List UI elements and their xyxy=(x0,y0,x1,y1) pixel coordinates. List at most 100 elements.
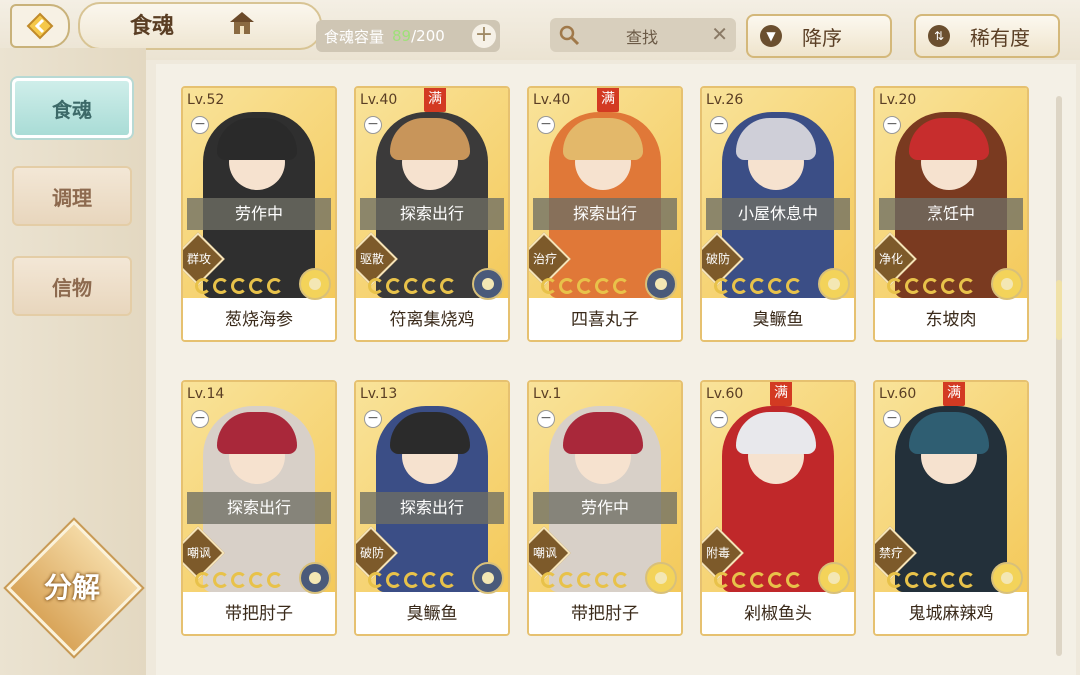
star-icon xyxy=(923,572,939,588)
minus-icon[interactable]: − xyxy=(191,410,209,428)
star-icon xyxy=(368,572,384,588)
star-rating xyxy=(714,572,802,588)
level-label: Lv.14 xyxy=(187,386,225,402)
page-title: 食魂 xyxy=(130,13,175,39)
level-label: Lv.60 xyxy=(879,386,917,402)
capacity-display: 食魂容量 89 /200 + xyxy=(316,20,500,52)
star-icon xyxy=(887,572,903,588)
food-soul-card[interactable]: Lv.40 满 − 探索出行 治疗 四喜丸子 xyxy=(527,86,683,342)
star-icon xyxy=(559,278,575,294)
star-icon xyxy=(786,572,802,588)
back-button[interactable] xyxy=(10,4,70,48)
star-icon xyxy=(404,572,420,588)
star-icon xyxy=(541,572,557,588)
minus-icon[interactable]: − xyxy=(710,116,728,134)
max-level-badge: 满 xyxy=(770,382,792,406)
home-icon[interactable] xyxy=(228,10,256,36)
food-soul-card[interactable]: Lv.14 − 探索出行 嘲讽 带把肘子 xyxy=(181,380,337,636)
star-icon xyxy=(941,572,957,588)
capacity-current: 89 xyxy=(392,27,412,45)
star-rating xyxy=(195,572,283,588)
status-banner: 探索出行 xyxy=(533,198,677,230)
star-icon xyxy=(559,572,575,588)
star-rating xyxy=(368,572,456,588)
rarity-flower-icon xyxy=(818,562,850,594)
clear-icon[interactable]: ✕ xyxy=(711,22,728,46)
food-soul-card[interactable]: Lv.52 − 劳作中 群攻 葱烧海参 xyxy=(181,86,337,342)
role-label: 治疗 xyxy=(532,252,557,266)
star-icon xyxy=(577,572,593,588)
scrollbar-thumb[interactable] xyxy=(1056,280,1062,340)
minus-icon[interactable]: − xyxy=(191,116,209,134)
role-label: 嘲讽 xyxy=(532,546,557,560)
sidebar-item-cooking[interactable]: 调理 xyxy=(12,166,132,226)
star-icon xyxy=(213,278,229,294)
star-icon xyxy=(750,278,766,294)
minus-icon[interactable]: − xyxy=(364,116,382,134)
star-icon xyxy=(613,278,629,294)
role-label: 嘲讽 xyxy=(186,546,211,560)
star-icon xyxy=(386,278,402,294)
minus-icon[interactable]: − xyxy=(883,116,901,134)
food-soul-card[interactable]: Lv.20 − 烹饪中 净化 东坡肉 xyxy=(873,86,1029,342)
star-icon xyxy=(577,278,593,294)
food-soul-card[interactable]: Lv.13 − 探索出行 破防 臭鳜鱼 xyxy=(354,380,510,636)
star-icon xyxy=(422,278,438,294)
status-banner: 劳作中 xyxy=(533,492,677,524)
food-soul-card[interactable]: Lv.1 − 劳作中 嘲讽 带把肘子 xyxy=(527,380,683,636)
rarity-flower-icon xyxy=(299,562,331,594)
status-banner: 探索出行 xyxy=(360,198,504,230)
star-icon xyxy=(750,572,766,588)
rarity-flower-icon xyxy=(645,562,677,594)
status-banner: 劳作中 xyxy=(187,198,331,230)
star-rating xyxy=(195,278,283,294)
rarity-flower-icon xyxy=(472,268,504,300)
star-icon xyxy=(386,572,402,588)
level-label: Lv.26 xyxy=(706,92,744,108)
sidebar-item-food-souls[interactable]: 食魂 xyxy=(12,78,132,138)
search-box[interactable]: 查找 ✕ xyxy=(550,18,736,52)
role-label: 破防 xyxy=(359,546,384,560)
food-soul-card[interactable]: Lv.40 满 − 探索出行 驱散 符离集烧鸡 xyxy=(354,86,510,342)
minus-icon[interactable]: − xyxy=(364,410,382,428)
max-level-badge: 满 xyxy=(943,382,965,406)
minus-icon[interactable]: − xyxy=(537,410,555,428)
level-label: Lv.40 xyxy=(360,92,398,108)
star-icon xyxy=(905,278,921,294)
minus-icon[interactable]: − xyxy=(537,116,555,134)
star-icon xyxy=(714,572,730,588)
star-rating xyxy=(887,572,975,588)
search-icon xyxy=(559,25,580,46)
star-rating xyxy=(714,278,802,294)
status-banner: 探索出行 xyxy=(360,492,504,524)
star-icon xyxy=(267,572,283,588)
minus-icon[interactable]: − xyxy=(710,410,728,428)
rarity-flower-icon xyxy=(472,562,504,594)
star-icon xyxy=(786,278,802,294)
star-icon xyxy=(231,278,247,294)
food-soul-card[interactable]: Lv.60 满 − 禁疗 鬼城麻辣鸡 xyxy=(873,380,1029,636)
role-label: 净化 xyxy=(878,252,903,266)
star-icon xyxy=(595,572,611,588)
star-icon xyxy=(404,278,420,294)
food-soul-name: 臭鳜鱼 xyxy=(702,300,854,340)
star-rating xyxy=(887,278,975,294)
food-soul-name: 鬼城麻辣鸡 xyxy=(875,594,1027,634)
star-icon xyxy=(959,572,975,588)
star-icon xyxy=(213,572,229,588)
sort-rarity-button[interactable]: ⇅ 稀有度 xyxy=(914,14,1060,58)
food-soul-name: 臭鳜鱼 xyxy=(356,594,508,634)
capacity-label: 食魂容量 xyxy=(324,27,385,46)
star-icon xyxy=(732,572,748,588)
capacity-add-button[interactable]: + xyxy=(472,24,496,48)
star-icon xyxy=(905,572,921,588)
star-icon xyxy=(541,278,557,294)
minus-icon[interactable]: − xyxy=(883,410,901,428)
scrollbar[interactable] xyxy=(1056,96,1062,656)
food-soul-card[interactable]: Lv.26 − 小屋休息中 破防 臭鳜鱼 xyxy=(700,86,856,342)
star-icon xyxy=(768,278,784,294)
sort-descending-button[interactable]: ▼ 降序 xyxy=(746,14,892,58)
food-soul-card[interactable]: Lv.60 满 − 附毒 剁椒鱼头 xyxy=(700,380,856,636)
rarity-flower-icon xyxy=(991,268,1023,300)
sidebar-item-tokens[interactable]: 信物 xyxy=(12,256,132,316)
